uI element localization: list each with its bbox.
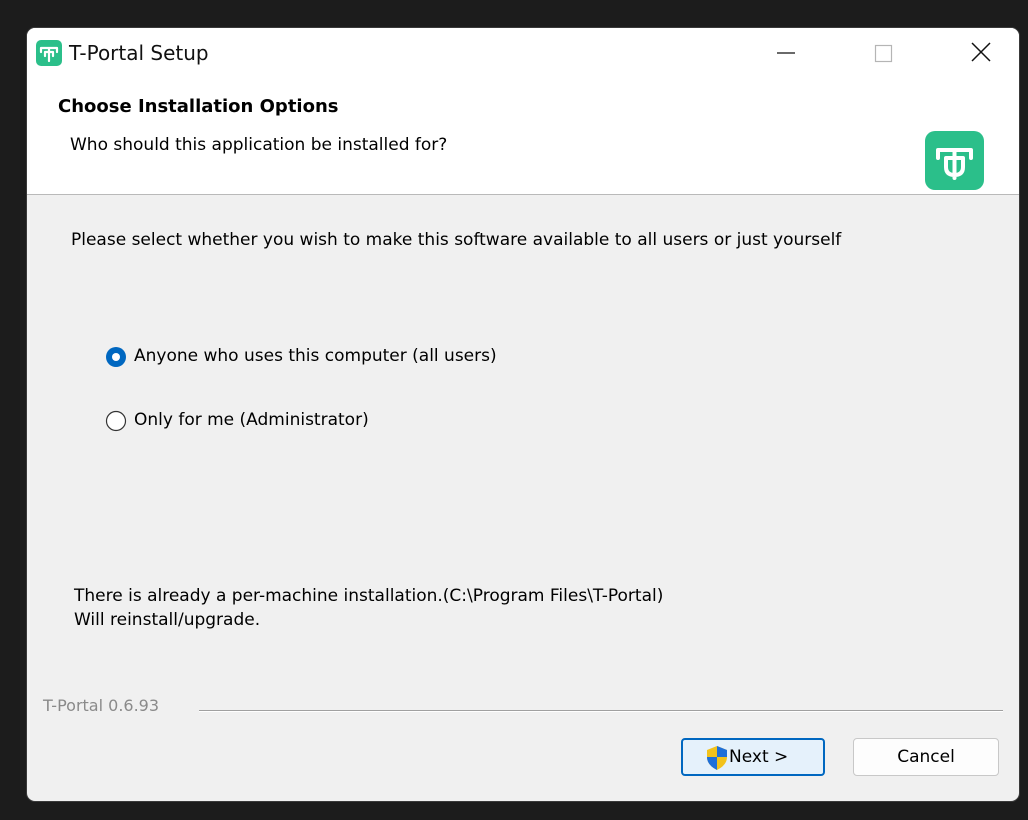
next-button-label: Next > <box>729 747 789 767</box>
close-button[interactable] <box>941 28 1013 78</box>
page-header: Choose Installation Options Who should t… <box>27 86 1019 195</box>
brand-divider <box>199 710 1003 712</box>
page-subtitle: Who should this application be installed… <box>70 135 448 155</box>
radio-all-users[interactable] <box>105 346 127 368</box>
instruction-text: Please select whether you wish to make t… <box>71 230 842 250</box>
maximize-icon <box>874 44 893 63</box>
cancel-button-label: Cancel <box>897 747 955 767</box>
uac-shield-icon <box>705 745 729 771</box>
cancel-button[interactable]: Cancel <box>853 738 999 776</box>
t-portal-logo-icon <box>36 40 62 66</box>
brand-version-text: T-Portal 0.6.93 <box>43 696 166 715</box>
existing-install-notice: There is already a per-machine installat… <box>74 584 663 632</box>
t-portal-logo-icon <box>925 131 984 190</box>
window-title: T-Portal Setup <box>69 41 209 65</box>
maximize-button[interactable] <box>849 28 921 78</box>
option-only-me-label[interactable]: Only for me (Administrator) <box>134 410 369 430</box>
title-bar[interactable]: T-Portal Setup <box>27 28 1019 86</box>
page-title: Choose Installation Options <box>58 96 339 117</box>
option-all-users-label[interactable]: Anyone who uses this computer (all users… <box>134 346 497 366</box>
next-button[interactable]: Next > <box>681 738 825 776</box>
notice-line-1: There is already a per-machine installat… <box>74 586 664 606</box>
setup-window: T-Portal Setup Choose Installation Optio… <box>26 27 1020 802</box>
notice-line-2: Will reinstall/upgrade. <box>74 610 261 630</box>
minimize-icon <box>777 52 795 54</box>
close-icon <box>971 42 991 62</box>
minimize-button[interactable] <box>759 28 831 78</box>
radio-only-me[interactable] <box>105 410 127 432</box>
